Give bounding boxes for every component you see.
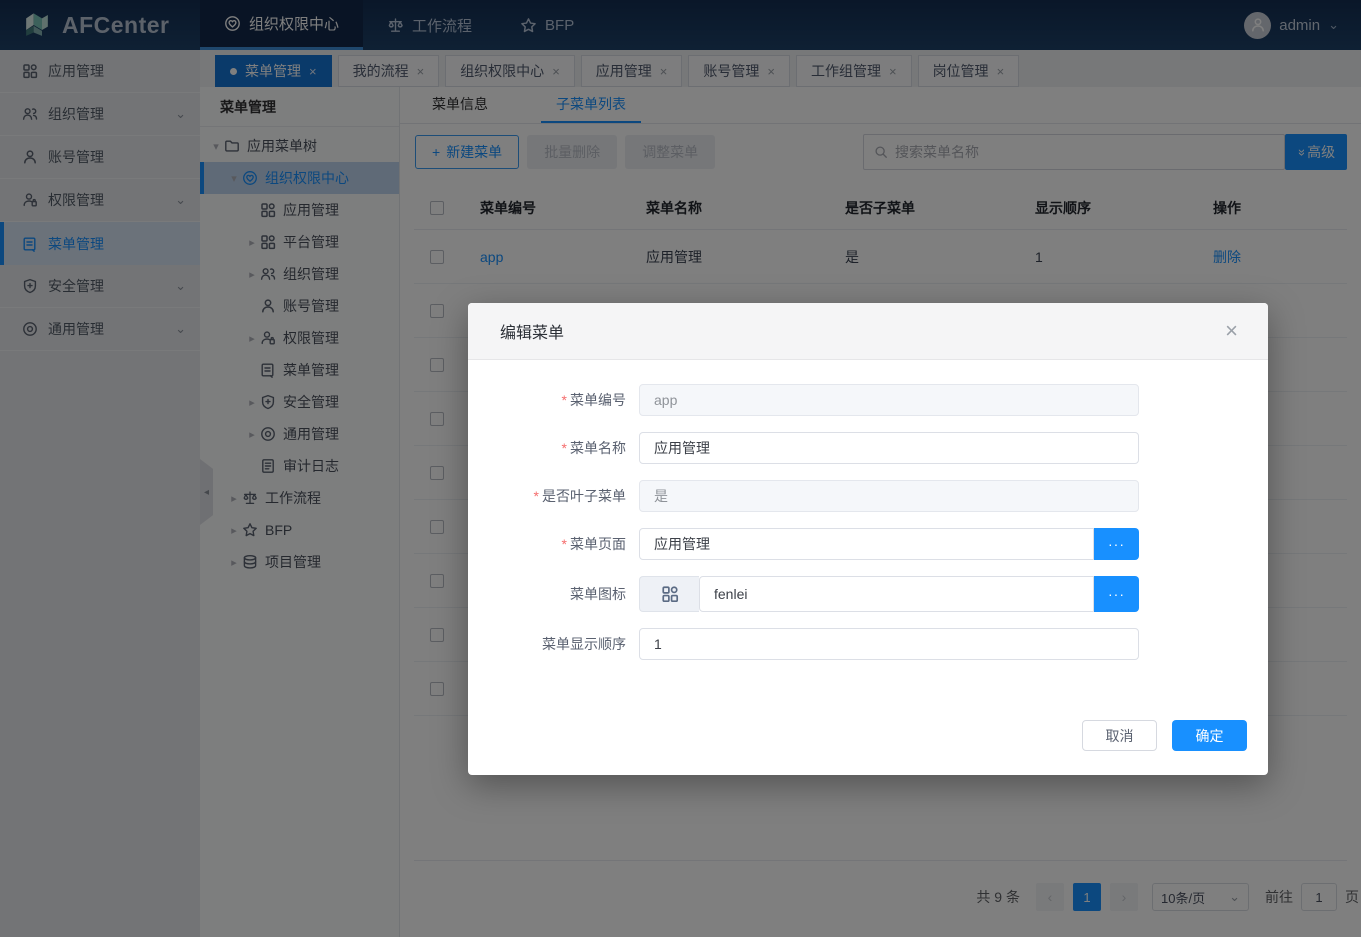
grid-icon (661, 585, 679, 603)
ellipsis-icon: ··· (1108, 586, 1125, 602)
cancel-button[interactable]: 取消 (1082, 720, 1157, 751)
menu-page-field[interactable] (639, 528, 1094, 560)
ellipsis-icon: ··· (1108, 536, 1125, 552)
form-row-is-leaf: *是否叶子菜单 (468, 480, 1268, 512)
dialog-header: 编辑菜单 × (468, 303, 1268, 360)
dialog-body: *菜单编号 *菜单名称 *是否叶子菜单 *菜单页面 ··· 菜单图标 (468, 360, 1268, 720)
app-window: AFCenter 组织权限中心 工作流程 BFP admin ⌄ 应用管理 (0, 0, 1361, 937)
field-label: 菜单编号 (570, 392, 626, 408)
menu-icon-picker-button[interactable]: ··· (1094, 576, 1139, 612)
form-row-menu-icon: 菜单图标 ··· (468, 576, 1268, 612)
menu-page-picker-button[interactable]: ··· (1094, 528, 1139, 560)
field-label: 菜单名称 (570, 440, 626, 456)
form-row-menu-name: *菜单名称 (468, 432, 1268, 464)
required-mark: * (534, 488, 539, 504)
edit-menu-dialog: 编辑菜单 × *菜单编号 *菜单名称 *是否叶子菜单 *菜单页面 ··· (468, 303, 1268, 775)
field-label: 菜单图标 (570, 586, 626, 602)
menu-icon-field[interactable] (699, 576, 1094, 612)
menu-icon-preview (639, 576, 699, 612)
field-label: 菜单页面 (570, 536, 626, 552)
form-row-menu-page: *菜单页面 ··· (468, 528, 1268, 560)
form-row-display-order: 菜单显示顺序 (468, 628, 1268, 660)
required-mark: * (562, 392, 567, 408)
field-label: 菜单显示顺序 (542, 636, 626, 652)
dialog-title: 编辑菜单 (500, 319, 564, 343)
menu-name-field[interactable] (639, 432, 1139, 464)
menu-no-field (639, 384, 1139, 416)
field-label: 是否叶子菜单 (542, 488, 626, 504)
close-icon[interactable]: × (1225, 320, 1238, 342)
form-row-menu-no: *菜单编号 (468, 384, 1268, 416)
display-order-field[interactable] (639, 628, 1139, 660)
required-mark: * (562, 536, 567, 552)
is-leaf-field (639, 480, 1139, 512)
dialog-footer: 取消 确定 (468, 720, 1268, 775)
required-mark: * (562, 440, 567, 456)
confirm-button[interactable]: 确定 (1172, 720, 1247, 751)
